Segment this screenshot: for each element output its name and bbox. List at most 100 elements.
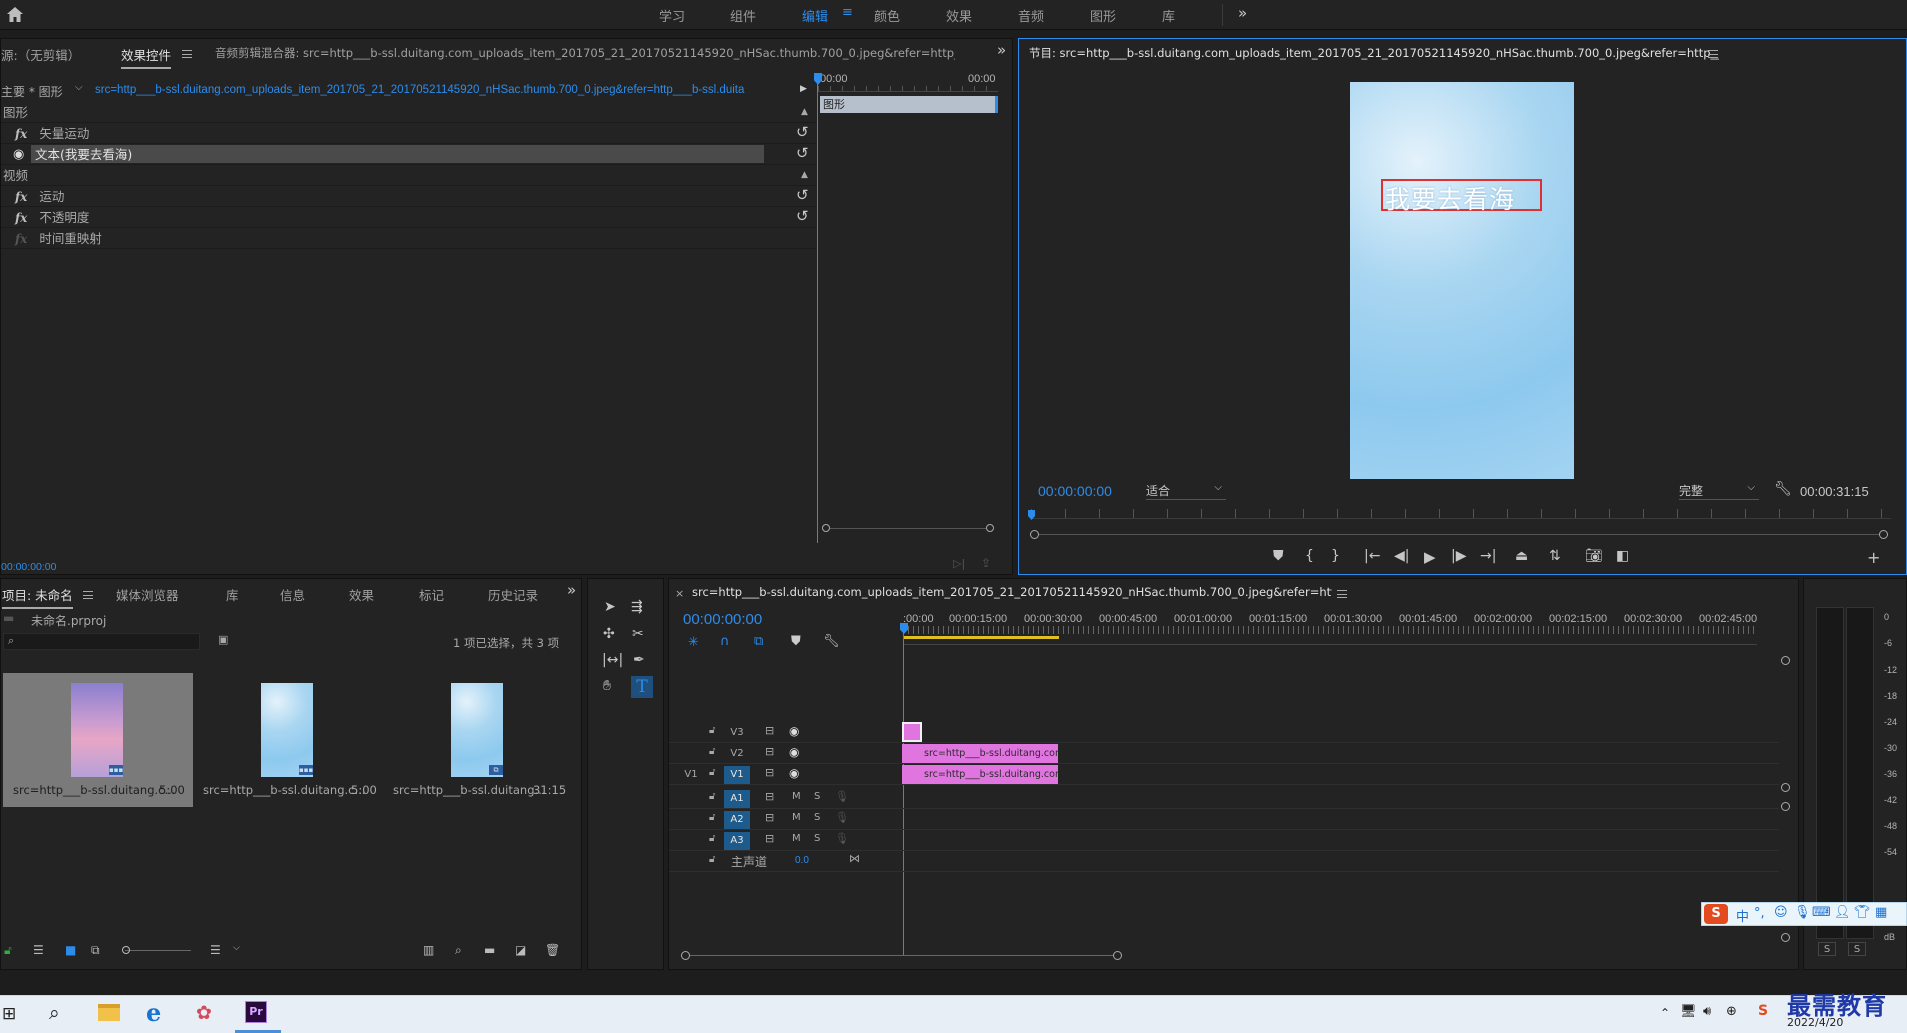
tab-effect-controls[interactable]: 效果控件 — [121, 45, 172, 69]
tab-source[interactable]: 源:（无剪辑） — [1, 45, 80, 64]
track-select-tool-icon[interactable]: ⇶ — [631, 599, 643, 615]
microphone-icon[interactable]: 🎙︎ — [835, 832, 849, 845]
graphic-clip[interactable] — [902, 722, 922, 742]
pen-tool-icon[interactable]: ✒ — [633, 652, 645, 668]
new-bin-icon[interactable]: ▬ — [484, 943, 495, 957]
timeline-timecode[interactable]: 00:00:00:00 — [683, 611, 762, 628]
fx-icon[interactable]: fx — [15, 190, 27, 204]
zoom-track[interactable] — [1039, 534, 1879, 535]
eye-icon[interactable]: ◉ — [789, 745, 799, 759]
scroll-handle[interactable] — [1781, 933, 1790, 942]
go-to-end-icon[interactable]: ⋈ — [849, 852, 860, 865]
reset-icon[interactable]: ↺ — [796, 185, 809, 206]
scroll-handle[interactable] — [1781, 656, 1790, 665]
collapse-arrow-icon[interactable]: ▲ — [801, 102, 808, 123]
collapse-arrow-icon[interactable]: ▲ — [801, 165, 808, 186]
zoom-slider-handle[interactable] — [122, 946, 130, 954]
sync-lock-icon[interactable]: ⊟ — [765, 832, 774, 845]
clip-v1[interactable]: src=http___b-ssl.duitang.com_ — [902, 765, 1058, 784]
clip-v2[interactable]: src=http___b-ssl.duitang.com_ — [902, 744, 1058, 763]
lock-icon[interactable]: 🔓︎ — [709, 725, 715, 736]
tab-media-browser[interactable]: 媒体浏览器 — [116, 585, 179, 604]
panel-overflow-icon[interactable]: » — [567, 581, 576, 599]
snap-magnet-icon[interactable]: ∩ — [720, 634, 730, 649]
chevron-down-icon[interactable]: ⌵ — [233, 943, 240, 953]
project-item[interactable]: ⧉ src=http___b-ssl.duitang... 31:15 — [385, 673, 575, 807]
razor-tool-icon[interactable]: ✂ — [632, 626, 644, 642]
fx-icon[interactable]: fx — [15, 127, 27, 141]
solo-right-button[interactable]: S — [1848, 942, 1866, 956]
export-frame-icon[interactable]: ▷| — [953, 557, 965, 570]
eye-icon[interactable]: ◉ — [789, 766, 799, 780]
scroll-handle[interactable] — [1030, 530, 1039, 539]
row-text[interactable]: ◉ 文本(我要去看海) ↺ — [1, 144, 816, 165]
fx-icon[interactable]: fx — [15, 211, 27, 225]
panel-menu-icon[interactable] — [1708, 50, 1718, 58]
chevron-down-icon[interactable]: ⌵ — [75, 82, 83, 93]
search-input[interactable]: ⌕ — [3, 633, 200, 650]
project-item[interactable]: ▪▪▪ src=http___b-ssl.duitang.c... 5:00 — [195, 673, 385, 807]
linked-selection-icon[interactable]: ⧉ — [754, 634, 763, 649]
workspace-editing[interactable]: 编辑 — [802, 6, 828, 25]
mute-button[interactable]: M — [792, 812, 801, 823]
home-icon[interactable] — [6, 6, 24, 23]
add-marker-icon[interactable]: ⛊ — [1273, 548, 1284, 564]
eye-icon[interactable]: ◉ — [13, 144, 24, 165]
solo-button[interactable]: S — [814, 833, 820, 844]
reset-icon[interactable]: ↺ — [796, 143, 809, 164]
panel-overflow-icon[interactable]: » — [997, 41, 1006, 59]
find-icon[interactable]: ⌕ — [455, 943, 462, 958]
tab-history[interactable]: 历史记录 — [488, 585, 538, 604]
selection-tool-icon[interactable]: ➤ — [604, 599, 616, 615]
compare-view-icon[interactable]: ◧ — [1616, 548, 1629, 564]
microphone-icon[interactable]: 🎙︎ — [835, 811, 849, 824]
tab-markers[interactable]: 标记 — [419, 585, 444, 604]
program-ruler[interactable] — [1031, 509, 1891, 519]
tab-project[interactable]: 项目: 未命名 — [2, 585, 73, 609]
add-marker-icon[interactable]: ⛊ — [791, 634, 801, 649]
freeform-view-icon[interactable]: ⧉ — [91, 943, 100, 958]
scroll-handle[interactable] — [1113, 951, 1122, 960]
source-patch-v1[interactable]: V1 — [678, 766, 704, 784]
new-bin-icon[interactable]: ▣ — [218, 633, 228, 646]
windows-start-icon[interactable]: ⊞ — [2, 1004, 16, 1024]
eye-icon[interactable]: ◉ — [789, 724, 799, 738]
track-target-a1[interactable]: A1 — [724, 790, 750, 808]
scroll-handle[interactable] — [1781, 783, 1790, 792]
go-to-in-icon[interactable]: |← — [1364, 548, 1380, 564]
emoji-icon[interactable]: ☺ — [1774, 905, 1788, 920]
workspace-learn[interactable]: 学习 — [659, 6, 685, 25]
scroll-handle[interactable] — [681, 951, 690, 960]
track-target-a2[interactable]: A2 — [724, 811, 750, 829]
solo-button[interactable]: S — [814, 812, 820, 823]
row-time-remap[interactable]: fx 时间重映射 — [1, 228, 816, 249]
lock-icon[interactable]: 🔓︎ — [709, 767, 715, 778]
workspace-effects[interactable]: 效果 — [946, 6, 972, 25]
tab-libraries[interactable]: 库 — [226, 585, 239, 604]
sogou-tray-icon[interactable]: S — [1758, 1003, 1768, 1019]
microphone-icon[interactable]: 🎙︎ — [835, 790, 849, 803]
keyboard-icon[interactable]: ⌨ — [1812, 905, 1831, 920]
row-opacity[interactable]: fx 不透明度 ↺ — [1, 207, 816, 228]
ripple-edit-tool-icon[interactable]: ✣ — [603, 626, 615, 642]
search-icon[interactable]: ⌕ — [49, 1002, 60, 1024]
track-target-a3[interactable]: A3 — [724, 832, 750, 850]
workspace-overflow-icon[interactable]: » — [1238, 4, 1247, 22]
slip-tool-icon[interactable]: |↔| — [602, 652, 623, 668]
mark-out-icon[interactable]: } — [1331, 548, 1340, 564]
search-field[interactable] — [22, 635, 192, 648]
workspace-menu-icon[interactable]: ≡ — [842, 5, 853, 20]
sync-lock-icon[interactable]: ⊟ — [765, 724, 774, 737]
voice-icon[interactable]: 🎙︎ — [1794, 905, 1811, 920]
skin-icon[interactable]: 👕︎ — [1854, 905, 1871, 920]
mute-button[interactable]: M — [792, 791, 801, 802]
tab-info[interactable]: 信息 — [280, 585, 305, 604]
lock-icon[interactable]: 🔓︎ — [4, 943, 12, 958]
lock-icon[interactable]: 🔓︎ — [709, 854, 715, 865]
scroll-handle[interactable] — [986, 524, 994, 532]
workspace-graphics[interactable]: 图形 — [1090, 6, 1116, 25]
tray-chevron-icon[interactable]: ⌃ — [1660, 1006, 1670, 1020]
sync-lock-icon[interactable]: ⊟ — [765, 766, 774, 779]
mute-button[interactable]: M — [792, 833, 801, 844]
type-tool-icon[interactable]: T — [631, 676, 653, 698]
